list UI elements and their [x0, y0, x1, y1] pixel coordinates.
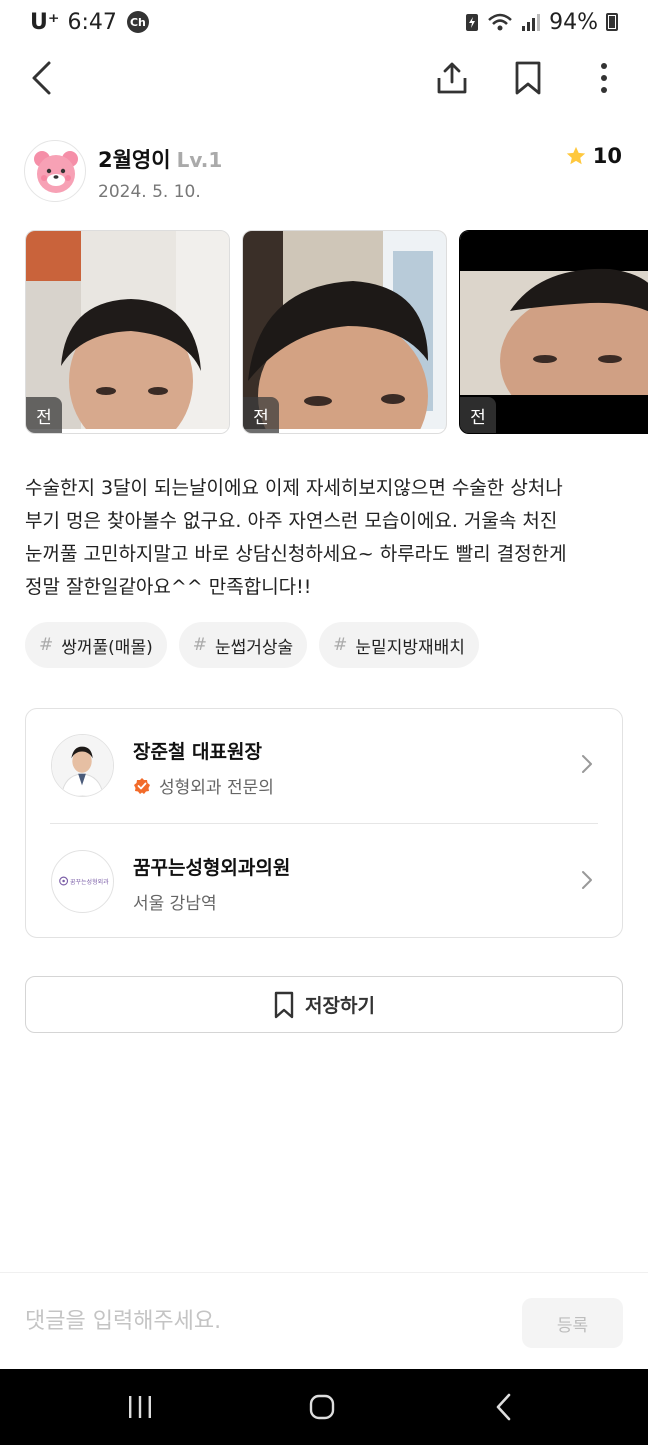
doctor-avatar: [51, 734, 114, 797]
hash-icon: #: [333, 635, 348, 655]
hashtag-label: 눈밑지방재배치: [355, 637, 465, 658]
photo-label: 전: [26, 397, 62, 433]
hashtag-chip[interactable]: # 눈썹거상술: [178, 622, 308, 668]
clinic-location-text: 서울 강남역: [133, 894, 217, 914]
clinic-row[interactable]: 꿈꾸는성형외과 꿈꾸는성형외과의원 서울 강남역: [26, 825, 622, 939]
rating: 10: [565, 144, 622, 168]
status-bar: U⁺ 6:47 Ch 94%: [0, 0, 648, 44]
chevron-right-icon: [582, 755, 592, 773]
doctor-name: 장준철 대표원장: [133, 741, 262, 763]
wifi-icon: [488, 13, 512, 31]
bear-avatar-icon: [34, 151, 78, 193]
signal-icon: [522, 14, 541, 31]
share-icon[interactable]: [432, 58, 472, 98]
author-name-line: 2월영이 Lv.1: [98, 144, 222, 174]
chat-notification-icon: Ch: [126, 11, 149, 33]
photo-item[interactable]: 전: [25, 230, 230, 434]
doctor-row[interactable]: 장준철 대표원장 성형외과 전문의: [26, 709, 622, 823]
hashtag-label: 눈썹거상술: [214, 637, 294, 658]
comment-bar: 댓글을 입력해주세요. 등록: [0, 1272, 648, 1369]
bookmark-icon[interactable]: [508, 58, 548, 98]
doctor-specialty-line: 성형외과 전문의: [133, 773, 274, 798]
hashtag-chip[interactable]: # 눈밑지방재배치: [319, 622, 479, 668]
clinic-logo-text: 꿈꾸는성형외과: [70, 879, 109, 886]
author-level: Lv.1: [176, 148, 223, 172]
carrier-label: U⁺: [30, 9, 60, 35]
doctor-specialty: 성형외과 전문의: [159, 778, 274, 798]
battery-saver-icon: [466, 14, 479, 31]
author-header: 2월영이 Lv.1 2024. 5. 10. 10: [24, 138, 624, 208]
chevron-right-icon: [582, 871, 592, 889]
clinic-location: 서울 강남역: [133, 889, 217, 914]
photo-label: 전: [243, 397, 279, 433]
doctor-photo-icon: [52, 735, 113, 796]
photo-carousel[interactable]: 전 전 전: [25, 230, 648, 434]
clinic-logo: 꿈꾸는성형외과: [51, 850, 114, 913]
hashtag-chip[interactable]: # 쌍꺼풀(매몰): [25, 622, 167, 668]
rating-value: 10: [592, 144, 622, 168]
hashtag-list: # 쌍꺼풀(매몰) # 눈썹거상술 # 눈밑지방재배치: [25, 622, 479, 668]
clinic-name: 꿈꾸는성형외과의원: [133, 857, 291, 879]
home-icon[interactable]: [292, 1383, 352, 1431]
bookmark-icon: [274, 991, 294, 1018]
save-button-label: 저장하기: [305, 995, 375, 1017]
save-button[interactable]: 저장하기: [25, 976, 623, 1033]
photo-item[interactable]: 전: [459, 230, 648, 434]
battery-icon: [606, 13, 618, 31]
hash-icon: #: [39, 635, 54, 655]
avatar[interactable]: [24, 140, 86, 202]
hashtag-label: 쌍꺼풀(매몰): [61, 637, 153, 658]
system-back-icon[interactable]: [474, 1383, 534, 1431]
system-indicators: 94%: [465, 10, 618, 35]
submit-comment-button[interactable]: 등록: [522, 1298, 623, 1348]
photo-item[interactable]: 전: [242, 230, 447, 434]
battery-percent: 94%: [549, 9, 598, 35]
hash-icon: #: [192, 635, 207, 655]
photo-label: 전: [460, 397, 496, 433]
more-vertical-icon[interactable]: [584, 58, 624, 98]
comment-input[interactable]: 댓글을 입력해주세요.: [25, 1303, 221, 1335]
post-date: 2024. 5. 10.: [98, 182, 201, 202]
post-body: 수술한지 3달이 되는날이에요 이제 자세히보지않으면 수술한 상처나 부기 멍…: [25, 477, 567, 598]
recent-apps-icon[interactable]: [110, 1383, 170, 1431]
verified-badge-icon: [134, 777, 150, 794]
star-icon: [566, 146, 585, 165]
divider: [50, 823, 598, 824]
top-nav: [0, 50, 648, 106]
clock: 6:47: [67, 9, 117, 35]
back-icon[interactable]: [22, 58, 62, 98]
author-name[interactable]: 2월영이: [98, 148, 171, 172]
info-card: 장준철 대표원장 성형외과 전문의 꿈꾸는성형외과 꿈꾸는성형외과의원 서울 강…: [25, 708, 623, 938]
system-nav-bar: [0, 1369, 648, 1445]
